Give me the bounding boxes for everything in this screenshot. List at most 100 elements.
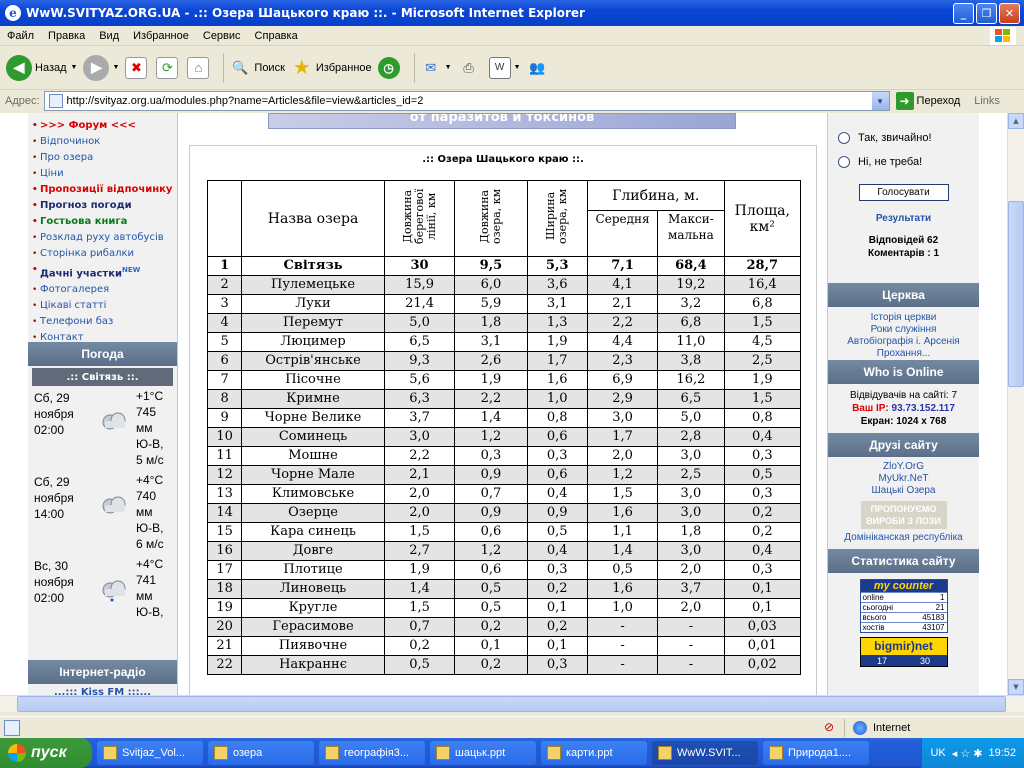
nav-link[interactable]: Про озера: [28, 150, 177, 166]
nav-link[interactable]: Відпочинок: [28, 134, 177, 150]
links-button[interactable]: Links: [974, 95, 1000, 107]
security-zone: Internet: [844, 718, 1024, 737]
menu-favorites[interactable]: Избранное: [126, 30, 196, 42]
address-url[interactable]: http://svityaz.org.ua/modules.php?name=A…: [67, 95, 424, 107]
close-button[interactable]: ✕: [999, 2, 1020, 24]
horizontal-scroll-thumb[interactable]: [17, 696, 1006, 712]
church-link[interactable]: Прохання...: [828, 348, 979, 360]
friend-link[interactable]: Шацькі Озера: [828, 485, 979, 497]
menu-edit[interactable]: Правка: [41, 30, 92, 42]
nav-link[interactable]: Контакт: [28, 330, 177, 346]
edit-button[interactable]: W ▼: [488, 56, 521, 79]
taskbar-button[interactable]: WwW.SVIT...: [652, 741, 758, 765]
maximize-button[interactable]: ❐: [976, 2, 997, 24]
table-cell: 3,0: [657, 503, 725, 523]
church-link[interactable]: Історія церкви: [828, 312, 979, 324]
menu-file[interactable]: Файл: [0, 30, 41, 42]
bigmir-counter[interactable]: bigmir)net 17 30: [859, 637, 948, 667]
mail-dropdown-icon[interactable]: ▼: [445, 64, 452, 71]
vertical-scroll-thumb[interactable]: [1008, 201, 1024, 387]
menu-view[interactable]: Вид: [92, 30, 126, 42]
language-indicator[interactable]: UK: [930, 747, 945, 759]
table-cell: 5: [206, 332, 243, 352]
radio-button[interactable]: [838, 156, 850, 168]
address-dropdown-icon[interactable]: ▼: [871, 92, 889, 110]
home-button[interactable]: ⌂: [187, 56, 212, 79]
back-dropdown-icon[interactable]: ▼: [71, 64, 78, 71]
vote-button[interactable]: Голосувати: [858, 184, 949, 201]
ad-banner[interactable]: от паразитов и токсинов: [268, 113, 736, 129]
taskbar-button[interactable]: карти.ppt: [541, 741, 647, 765]
taskbar-button[interactable]: шацьк.ppt: [430, 741, 536, 765]
forward-dropdown-icon[interactable]: ▼: [112, 64, 119, 71]
nav-link[interactable]: Ціни: [28, 166, 177, 182]
blocked-popup-icon[interactable]: ⊘: [824, 720, 844, 736]
refresh-icon: ⟳: [156, 56, 179, 79]
minimize-button[interactable]: _: [953, 2, 974, 24]
back-button[interactable]: ◀ Назад ▼: [6, 54, 78, 81]
scroll-up-icon[interactable]: ▲: [1008, 113, 1024, 129]
scroll-down-icon[interactable]: ▼: [1008, 679, 1024, 695]
taskbar-button[interactable]: озера: [208, 741, 314, 765]
taskbar-button[interactable]: Природа1....: [763, 741, 869, 765]
friend-link[interactable]: ZloY.OrG: [828, 461, 979, 473]
favorites-button[interactable]: ★ Избранное: [291, 57, 372, 79]
church-link[interactable]: Роки служіння: [828, 324, 979, 336]
messenger-button[interactable]: 👥: [527, 57, 552, 79]
table-cell: Чорне Велике: [241, 408, 385, 428]
table-cell: 0,1: [526, 598, 588, 618]
print-button[interactable]: ⎙: [458, 57, 483, 79]
mail-button[interactable]: ✉ ▼: [420, 57, 452, 79]
church-link[interactable]: Автобіографія і. Арсенія: [828, 336, 979, 348]
table-cell: 2,5: [723, 351, 802, 371]
refresh-button[interactable]: ⟳: [156, 56, 181, 79]
poll-option-no[interactable]: Ні, не треба!: [838, 150, 979, 174]
start-button[interactable]: пуск: [0, 738, 92, 768]
nav-link[interactable]: Сторінка рибалки: [28, 246, 177, 262]
taskbar-button[interactable]: Svitjaz_Vol...: [97, 741, 203, 765]
forecast-date: Сб, 29 ноября 02:00: [34, 390, 74, 438]
poll-option-yes[interactable]: Так, звичайно!: [838, 126, 979, 150]
window-titlebar[interactable]: e WwW.SVITYAZ.ORG.UA - .:: Озера Шацьког…: [0, 0, 1024, 26]
table-cell: 2,1: [586, 294, 659, 314]
nav-link[interactable]: Розклад руху автобусів: [28, 230, 177, 246]
forecast-day: Сб, 29: [34, 475, 70, 489]
nav-link[interactable]: Фотогалерея: [28, 282, 177, 298]
clock[interactable]: 19:52: [988, 747, 1016, 759]
go-button[interactable]: ➜ Переход: [895, 92, 960, 110]
ip-label: Ваш IP:: [852, 403, 889, 414]
menu-help[interactable]: Справка: [248, 30, 305, 42]
wicker-offer-banner[interactable]: ПРОПОНУЄМО ВИРОБИ З ЛОЗИ: [860, 501, 947, 529]
nav-link[interactable]: Прогноз погоди: [28, 198, 177, 214]
address-field[interactable]: http://svityaz.org.ua/modules.php?name=A…: [43, 91, 890, 111]
tray-icons[interactable]: ◂ ☆ ✱: [952, 747, 983, 760]
taskbar-button[interactable]: географія3...: [319, 741, 425, 765]
dominican-link[interactable]: Домініканская республіка: [828, 532, 979, 544]
nav-link[interactable]: Цікаві статті: [28, 298, 177, 314]
nav-link[interactable]: Телефони баз: [28, 314, 177, 330]
table-cell: 19: [206, 598, 243, 618]
nav-link[interactable]: Пропозиції відпочинку: [28, 182, 177, 198]
radio-station[interactable]: ...::: Kiss FM :::...: [28, 687, 177, 695]
cloud-icon: [102, 412, 126, 430]
search-button[interactable]: 🔍 Поиск: [229, 57, 285, 79]
radio-button[interactable]: [838, 132, 850, 144]
globe-icon: [853, 720, 867, 735]
menu-tools[interactable]: Сервис: [196, 30, 248, 42]
site-counter[interactable]: my counter online 1 сьогодні 21 всього 45183 х…: [859, 579, 948, 633]
zone-label: Internet: [873, 721, 911, 734]
stop-button[interactable]: ✖: [125, 56, 150, 79]
table-cell: 2,0: [657, 598, 725, 618]
friend-link[interactable]: MyUkr.NeT: [828, 473, 979, 485]
edit-dropdown-icon[interactable]: ▼: [514, 64, 521, 71]
nav-link[interactable]: Гостьова книга: [28, 214, 177, 230]
article-title: .:: Озера Шацького краю ::.: [422, 154, 584, 165]
history-button[interactable]: ◷: [377, 56, 403, 79]
forward-button[interactable]: ▶ ▼: [83, 54, 119, 81]
poll-results-link[interactable]: Результати: [828, 213, 979, 224]
poll-answers: Відповідей 62: [868, 235, 939, 246]
vertical-scrollbar[interactable]: ▲ ▼: [1007, 113, 1024, 695]
nav-link[interactable]: Дачні участкиNEW: [28, 262, 177, 282]
horizontal-scrollbar[interactable]: [0, 695, 1024, 712]
nav-link[interactable]: >>> Форум <<<: [28, 118, 177, 134]
